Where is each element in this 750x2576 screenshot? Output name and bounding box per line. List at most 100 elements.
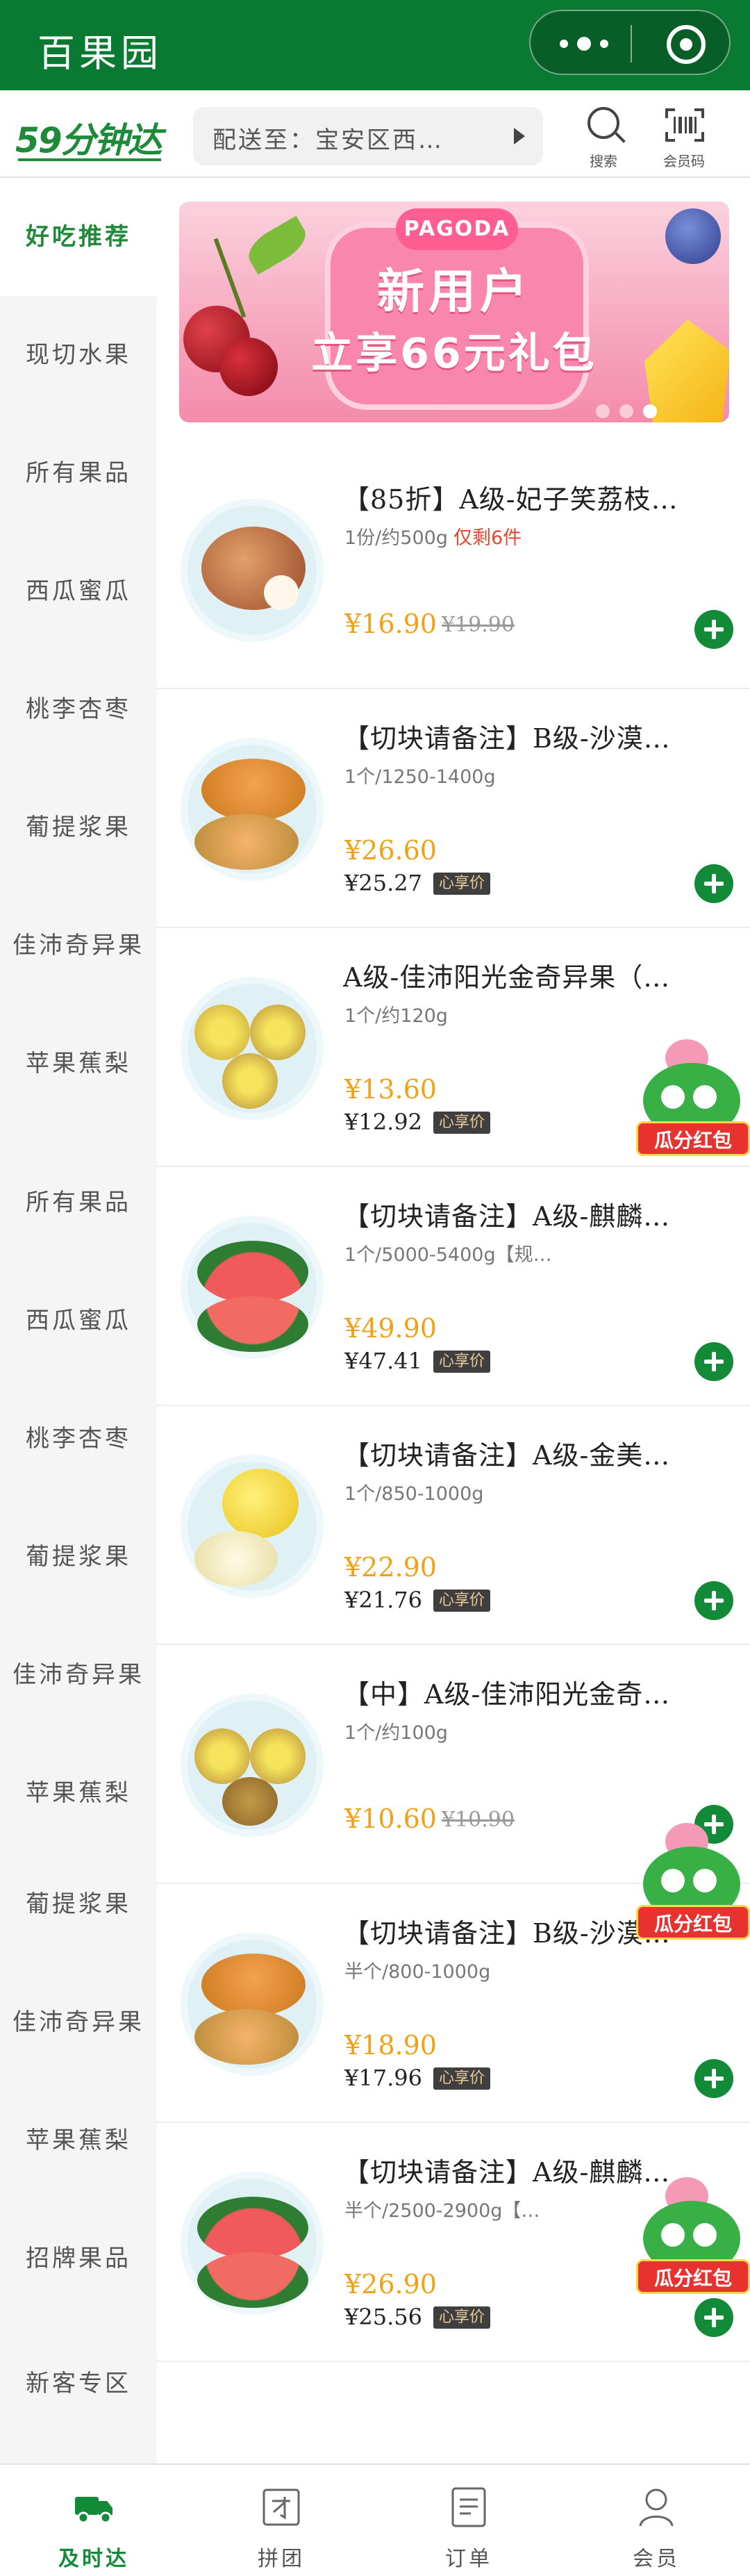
product-card[interactable]: 【切块请备注】B级-沙漠… 1个/1250-1400g ¥26.60 ¥25.2… xyxy=(157,689,750,928)
sidebar-item-grape[interactable]: 葡提浆果 xyxy=(0,768,157,886)
product-price: ¥49.90 xyxy=(344,1313,437,1344)
sidebar-item-melon[interactable]: 西瓜蜜瓜 xyxy=(0,1262,157,1380)
product-title: 【切块请备注】A级-麒麟… xyxy=(343,1201,671,1232)
mascot-eye xyxy=(693,1869,717,1892)
add-to-cart-button[interactable] xyxy=(694,1342,733,1381)
address-selector[interactable]: 配送至：宝安区西… xyxy=(193,107,543,165)
search-button[interactable]: 搜索 xyxy=(572,104,635,171)
sidebar-item-cut-fruit[interactable]: 现切水果 xyxy=(0,296,157,414)
mascot-eye xyxy=(693,1085,717,1109)
product-spec: 半个/800-1000g xyxy=(344,1961,491,1983)
add-to-cart-button[interactable] xyxy=(694,864,733,903)
red-packet-mascot[interactable]: 瓜分红包 xyxy=(636,1823,750,1941)
promo-banner[interactable]: PAGODA 新用户 立享66元礼包 xyxy=(179,201,729,422)
member-code-label: 会员码 xyxy=(663,153,705,170)
sidebar-item-new-customer[interactable]: 新客专区 xyxy=(0,2325,157,2443)
header: 59分钟达 配送至：宝安区西… 搜索 会员码 xyxy=(0,90,750,178)
sidebar-item-recommend[interactable]: 好吃推荐 xyxy=(0,178,157,296)
banner-headline: 新用户 xyxy=(376,265,531,320)
sidebar-item-peach[interactable]: 桃李杏枣 xyxy=(0,1380,157,1498)
member-price-tag: 心享价 xyxy=(433,1351,491,1373)
sidebar-item-signature[interactable]: 招牌果品 xyxy=(0,2199,157,2318)
capsule-divider xyxy=(631,25,632,63)
add-to-cart-button[interactable] xyxy=(694,2059,733,2098)
product-price: ¥13.60 xyxy=(344,1074,437,1105)
member-price-tag: 心享价 xyxy=(433,873,491,895)
product-price: ¥18.90 xyxy=(344,2030,437,2061)
brand-text: 59分钟达 xyxy=(15,120,162,160)
sidebar-item-grape[interactable]: 葡提浆果 xyxy=(0,1845,157,1963)
member-price: ¥17.96 xyxy=(344,2065,422,2091)
sidebar-item-apple[interactable]: 苹果蕉梨 xyxy=(0,1005,157,1123)
mini-program-capsule xyxy=(529,10,731,75)
member-price: ¥21.76 xyxy=(344,1587,422,1613)
product-title: 【切块请备注】B级-沙漠… xyxy=(343,723,671,754)
tab-orders[interactable]: 订单 xyxy=(375,2465,562,2576)
red-packet-mascot[interactable]: 瓜分红包 xyxy=(636,2177,750,2295)
brand-logo: 59分钟达 xyxy=(15,113,162,163)
more-icon[interactable] xyxy=(560,28,608,60)
tab-member[interactable]: 会员 xyxy=(562,2465,750,2576)
product-spec: 1份/约500g 仅剩6件 xyxy=(344,522,522,550)
sidebar-item-apple[interactable]: 苹果蕉梨 xyxy=(0,1734,157,1852)
mascot-badge: 瓜分红包 xyxy=(636,2259,750,2294)
mascot-eye xyxy=(661,1869,685,1892)
sidebar-item-kiwi[interactable]: 佳沛奇异果 xyxy=(0,1616,157,1734)
sidebar-item-kiwi[interactable]: 佳沛奇异果 xyxy=(0,1963,157,2081)
product-spec: 1个/约100g xyxy=(344,1722,448,1744)
product-spec: 1个/850-1000g xyxy=(344,1483,484,1505)
add-to-cart-button[interactable] xyxy=(694,1581,733,1620)
banner-brand: PAGODA xyxy=(396,208,518,250)
product-image-watermelon xyxy=(181,2172,324,2315)
product-title: 【中】A级-佳沛阳光金奇… xyxy=(343,1679,671,1710)
red-packet-mascot[interactable]: 瓜分红包 xyxy=(636,1039,750,1157)
product-image-watermelon xyxy=(181,1216,324,1359)
mascot-eye xyxy=(693,2223,717,2247)
product-spec: 1个/1250-1400g xyxy=(344,766,496,788)
carousel-indicator xyxy=(596,404,657,418)
product-card[interactable]: 【切块请备注】A级-金美… 1个/850-1000g ¥22.90 ¥21.76… xyxy=(157,1406,750,1645)
sidebar-item-apple[interactable]: 苹果蕉梨 xyxy=(0,2081,157,2199)
barcode-icon xyxy=(665,108,704,142)
close-target-icon[interactable] xyxy=(667,25,706,64)
tab-label: 拼团 xyxy=(258,2547,305,2571)
member-price-tag: 心享价 xyxy=(433,2306,491,2329)
mascot-eye xyxy=(661,1085,685,1109)
product-card[interactable]: 【切块请备注】A级-麒麟… 1个/5000-5400g【规… ¥49.90 ¥4… xyxy=(157,1167,750,1406)
user-icon xyxy=(639,2488,674,2527)
tab-label: 会员 xyxy=(633,2547,680,2571)
tab-group-buy[interactable]: 拼团 xyxy=(188,2465,375,2576)
product-spec: 1个/5000-5400g【规… xyxy=(344,1244,552,1266)
product-card[interactable]: 【85折】A级-妃子笑荔枝… 1份/约500g 仅剩6件 ¥16.90 ¥19.9… xyxy=(157,450,750,689)
mascot-eye xyxy=(661,2223,685,2247)
product-title: 【切块请备注】A级-金美… xyxy=(343,1440,671,1471)
product-price: ¥16.90 xyxy=(344,609,437,639)
address-text: 配送至：宝安区西… xyxy=(212,126,444,154)
product-price: ¥26.90 xyxy=(344,2269,437,2300)
member-price: ¥25.27 xyxy=(344,870,422,896)
product-image-golden-melon xyxy=(181,1455,324,1598)
mascot-badge: 瓜分红包 xyxy=(636,1905,750,1940)
sidebar-item-peach[interactable]: 桃李杏枣 xyxy=(0,650,157,768)
member-price: ¥47.41 xyxy=(344,1348,422,1374)
stock-limit: 仅剩6件 xyxy=(453,527,522,549)
app-title: 百果园 xyxy=(38,31,162,75)
sidebar-item-melon[interactable]: 西瓜蜜瓜 xyxy=(0,532,157,650)
add-to-cart-button[interactable] xyxy=(694,2298,733,2337)
order-list-icon xyxy=(451,2487,486,2527)
sidebar-item-grape[interactable]: 葡提浆果 xyxy=(0,1498,157,1616)
member-code-button[interactable]: 会员码 xyxy=(653,104,715,171)
member-price-tag: 心享价 xyxy=(433,1112,491,1134)
product-title: A级-佳沛阳光金奇异果（… xyxy=(343,962,671,993)
sidebar-item-all[interactable]: 所有果品 xyxy=(0,414,157,532)
sidebar-item-all[interactable]: 所有果品 xyxy=(0,1143,157,1262)
mascot-badge: 瓜分红包 xyxy=(636,1121,750,1156)
tab-label: 订单 xyxy=(445,2547,492,2571)
sidebar-item-kiwi[interactable]: 佳沛奇异果 xyxy=(0,886,157,1005)
product-title: 【85折】A级-妃子笑荔枝… xyxy=(343,484,678,515)
tab-delivery[interactable]: 及时达 xyxy=(0,2465,188,2576)
group-buy-icon xyxy=(262,2488,300,2526)
add-to-cart-button[interactable] xyxy=(694,610,733,649)
search-label: 搜索 xyxy=(590,153,617,170)
product-image-melon xyxy=(181,738,324,881)
